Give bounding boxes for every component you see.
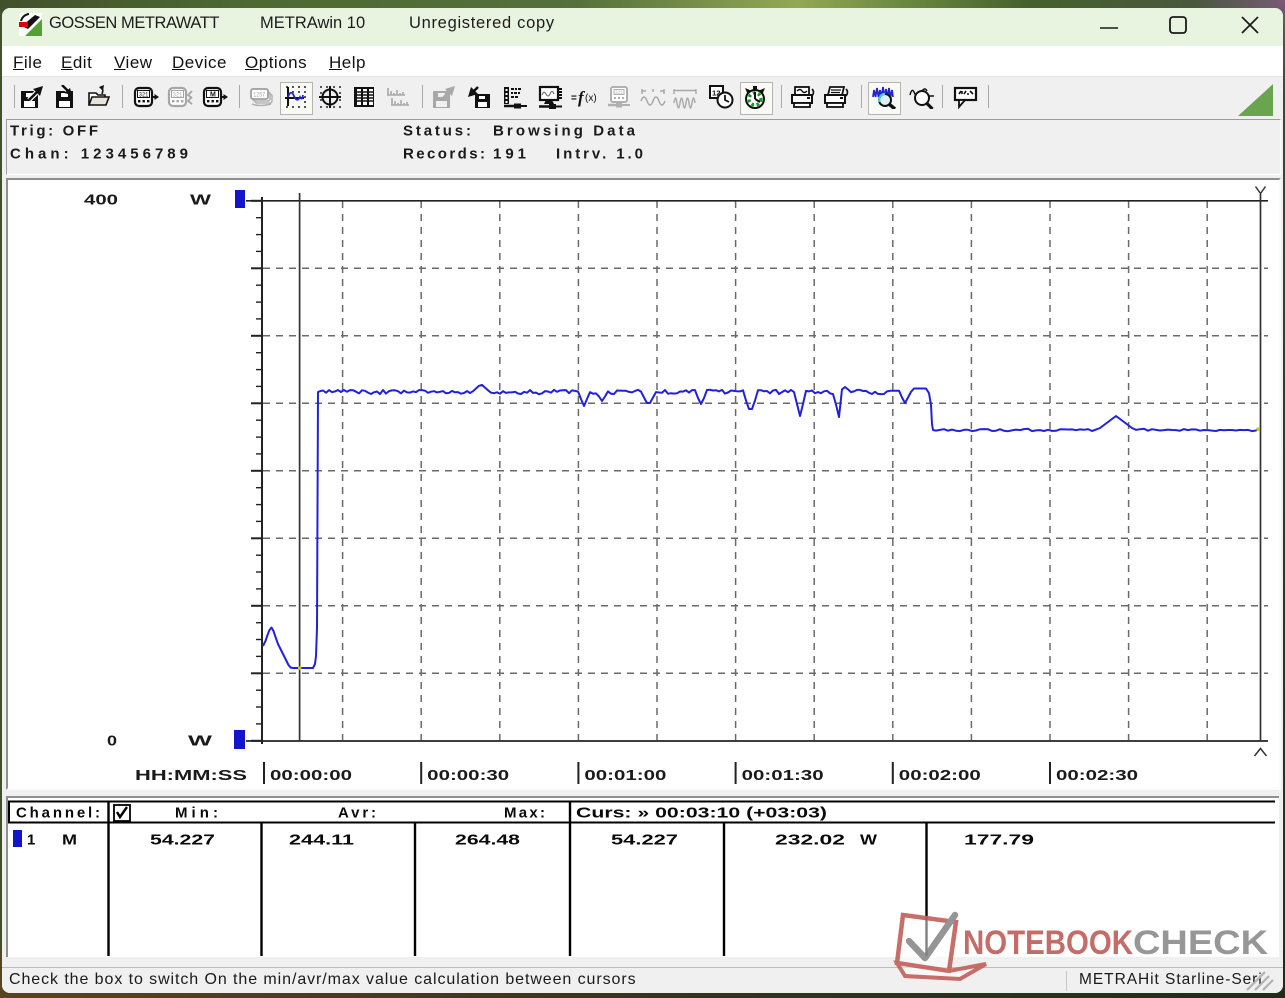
svg-text:Intrv. 1.0: Intrv. 1.0	[556, 146, 643, 163]
svg-text:W: W	[860, 832, 878, 849]
svg-text:Status:: Status:	[403, 123, 471, 140]
svg-text:Avr:: Avr:	[338, 805, 376, 822]
svg-text:Chan: 123456789: Chan: 123456789	[10, 146, 188, 163]
svg-text:Browsing Data: Browsing Data	[493, 123, 636, 140]
svg-text:Max:: Max:	[504, 805, 545, 822]
svg-text:W: W	[188, 733, 213, 750]
svg-text:M: M	[62, 832, 77, 849]
svg-text:00:02:30: 00:02:30	[1056, 767, 1138, 784]
svg-text:HH:MM:SS: HH:MM:SS	[135, 767, 247, 784]
svg-text:0: 0	[107, 733, 117, 750]
svg-text:W: W	[190, 192, 212, 209]
svg-text:177.79: 177.79	[964, 832, 1034, 849]
svg-text:Curs: » 00:03:10 (+03:03): Curs: » 00:03:10 (+03:03)	[576, 805, 827, 822]
svg-text:54.227: 54.227	[150, 832, 215, 849]
svg-text:00:01:00: 00:01:00	[584, 767, 666, 784]
svg-text:1: 1	[27, 832, 35, 849]
svg-text:232.02: 232.02	[775, 832, 845, 849]
svg-text:264.48: 264.48	[455, 832, 520, 849]
svg-text:Min:: Min:	[175, 805, 218, 822]
svg-text:Channel:: Channel:	[16, 805, 100, 822]
svg-text:244.11: 244.11	[289, 832, 354, 849]
svg-text:00:02:00: 00:02:00	[899, 767, 981, 784]
svg-text:Trig: OFF: Trig: OFF	[10, 123, 98, 140]
svg-text:00:00:30: 00:00:30	[427, 767, 509, 784]
svg-text:54.227: 54.227	[611, 832, 678, 849]
svg-text:191: 191	[493, 146, 526, 163]
svg-text:00:00:00: 00:00:00	[270, 767, 352, 784]
svg-text:400: 400	[84, 192, 118, 209]
svg-text:00:01:30: 00:01:30	[742, 767, 824, 784]
svg-text:Records:: Records:	[403, 146, 485, 163]
